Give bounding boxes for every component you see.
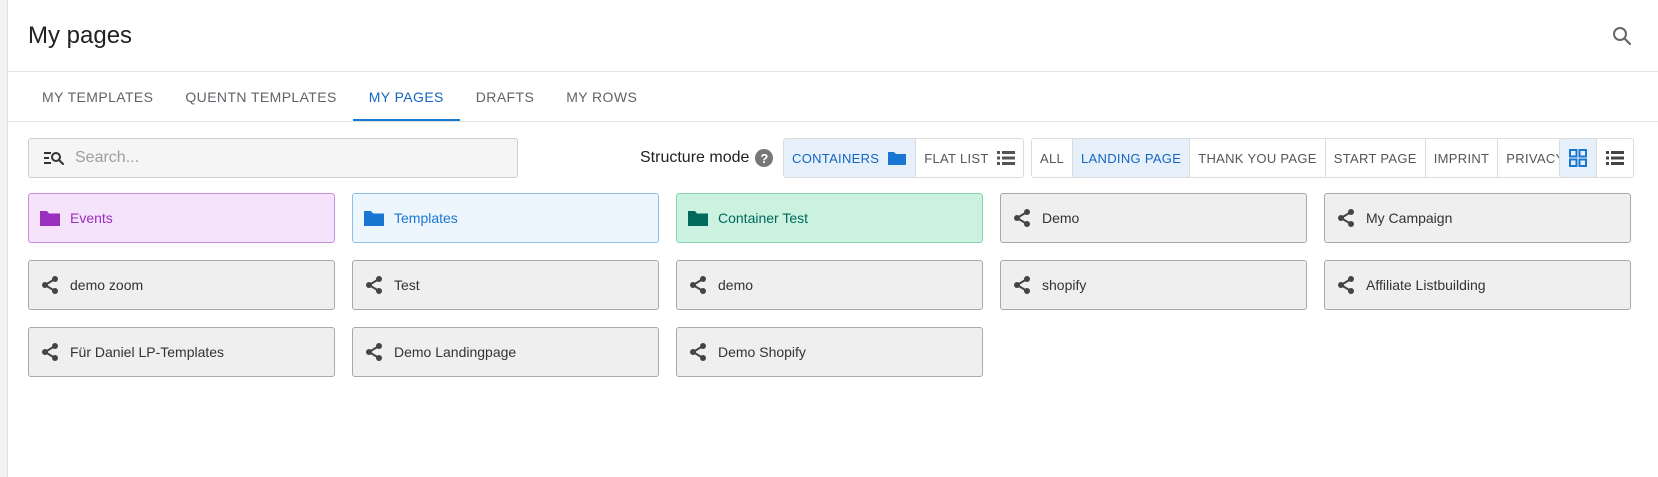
folder-icon xyxy=(363,207,385,229)
view-toggle xyxy=(1559,138,1634,178)
card-label: shopify xyxy=(1042,277,1087,293)
page-card[interactable]: demo xyxy=(676,260,983,310)
card-label: Demo xyxy=(1042,210,1080,226)
structure-mode: Structure mode ? xyxy=(640,138,774,178)
tab-my-templates[interactable]: MY TEMPLATES xyxy=(26,72,169,121)
structure-mode-toggle: CONTAINERS FLAT LIST xyxy=(783,138,1024,178)
folder-card-container-test[interactable]: Container Test xyxy=(676,193,983,243)
card-label: Demo Landingpage xyxy=(394,344,517,360)
tab-my-pages[interactable]: MY PAGES xyxy=(352,72,460,121)
list-icon xyxy=(996,151,1015,165)
share-icon xyxy=(39,341,61,363)
left-edge xyxy=(0,0,8,477)
filter-all[interactable]: ALL xyxy=(1032,139,1074,177)
containers-button[interactable]: CONTAINERS xyxy=(784,139,917,177)
folder-card-templates[interactable]: Templates xyxy=(352,193,659,243)
filter-search-icon xyxy=(44,152,64,165)
page-card[interactable]: Demo Shopify xyxy=(676,327,983,377)
list-view-button[interactable] xyxy=(1597,139,1633,177)
card-label: demo xyxy=(718,277,754,293)
pages-grid: Events Templates Container Test Demo My … xyxy=(28,193,1644,377)
page-card[interactable]: Affiliate Listbuilding xyxy=(1324,260,1631,310)
page-card[interactable]: Für Daniel LP-Templates xyxy=(28,327,335,377)
page-card[interactable]: Demo xyxy=(1000,193,1307,243)
share-icon xyxy=(687,274,709,296)
page-card[interactable]: My Campaign xyxy=(1324,193,1631,243)
share-icon xyxy=(687,341,709,363)
search-icon[interactable] xyxy=(1610,24,1634,48)
card-label: Container Test xyxy=(718,210,809,226)
card-label: Demo Shopify xyxy=(718,344,806,360)
page-card[interactable]: demo zoom xyxy=(28,260,335,310)
share-icon xyxy=(1335,274,1357,296)
card-label: Templates xyxy=(394,210,458,226)
tab-bar: MY TEMPLATES QUENTN TEMPLATES MY PAGES D… xyxy=(26,72,653,121)
header: My pages xyxy=(8,0,1658,72)
share-icon xyxy=(1011,274,1033,296)
share-icon xyxy=(363,274,385,296)
card-label: My Campaign xyxy=(1366,210,1453,226)
share-icon xyxy=(1335,207,1357,229)
tabs-divider xyxy=(8,121,1658,122)
page-type-filter: ALL LANDING PAGE THANK YOU PAGE START PA… xyxy=(1031,138,1574,178)
share-icon xyxy=(1011,207,1033,229)
tab-quentn-templates[interactable]: QUENTN TEMPLATES xyxy=(169,72,352,121)
filter-thank-you-page[interactable]: THANK YOU PAGE xyxy=(1190,139,1326,177)
tab-drafts[interactable]: DRAFTS xyxy=(460,72,550,121)
tab-my-rows[interactable]: MY ROWS xyxy=(550,72,653,121)
app: My pages MY TEMPLATES QUENTN TEMPLATES M… xyxy=(8,0,1658,477)
page-card[interactable]: shopify xyxy=(1000,260,1307,310)
filter-imprint[interactable]: IMPRINT xyxy=(1426,139,1499,177)
page-title: My pages xyxy=(28,22,133,49)
structure-mode-label: Structure mode xyxy=(640,149,750,166)
folder-card-events[interactable]: Events xyxy=(28,193,335,243)
help-icon[interactable]: ? xyxy=(755,149,774,167)
list-icon xyxy=(1606,151,1624,165)
page-card[interactable]: Demo Landingpage xyxy=(352,327,659,377)
folder-icon xyxy=(39,207,61,229)
card-label: Affiliate Listbuilding xyxy=(1366,277,1486,293)
folder-icon xyxy=(687,207,709,229)
card-label: Für Daniel LP-Templates xyxy=(70,344,225,360)
card-label: Events xyxy=(70,210,113,226)
share-icon xyxy=(363,341,385,363)
grid-icon xyxy=(1569,149,1587,167)
search-input[interactable] xyxy=(75,149,495,167)
search-field[interactable] xyxy=(28,138,518,178)
filter-landing-page[interactable]: LANDING PAGE xyxy=(1073,139,1191,177)
flat-list-button[interactable]: FLAT LIST xyxy=(916,139,1022,177)
folder-icon xyxy=(888,152,907,165)
card-label: demo zoom xyxy=(70,277,144,293)
card-label: Test xyxy=(394,277,420,293)
share-icon xyxy=(39,274,61,296)
page-card[interactable]: Test xyxy=(352,260,659,310)
filter-start-page[interactable]: START PAGE xyxy=(1326,139,1426,177)
grid-view-button[interactable] xyxy=(1560,139,1597,177)
